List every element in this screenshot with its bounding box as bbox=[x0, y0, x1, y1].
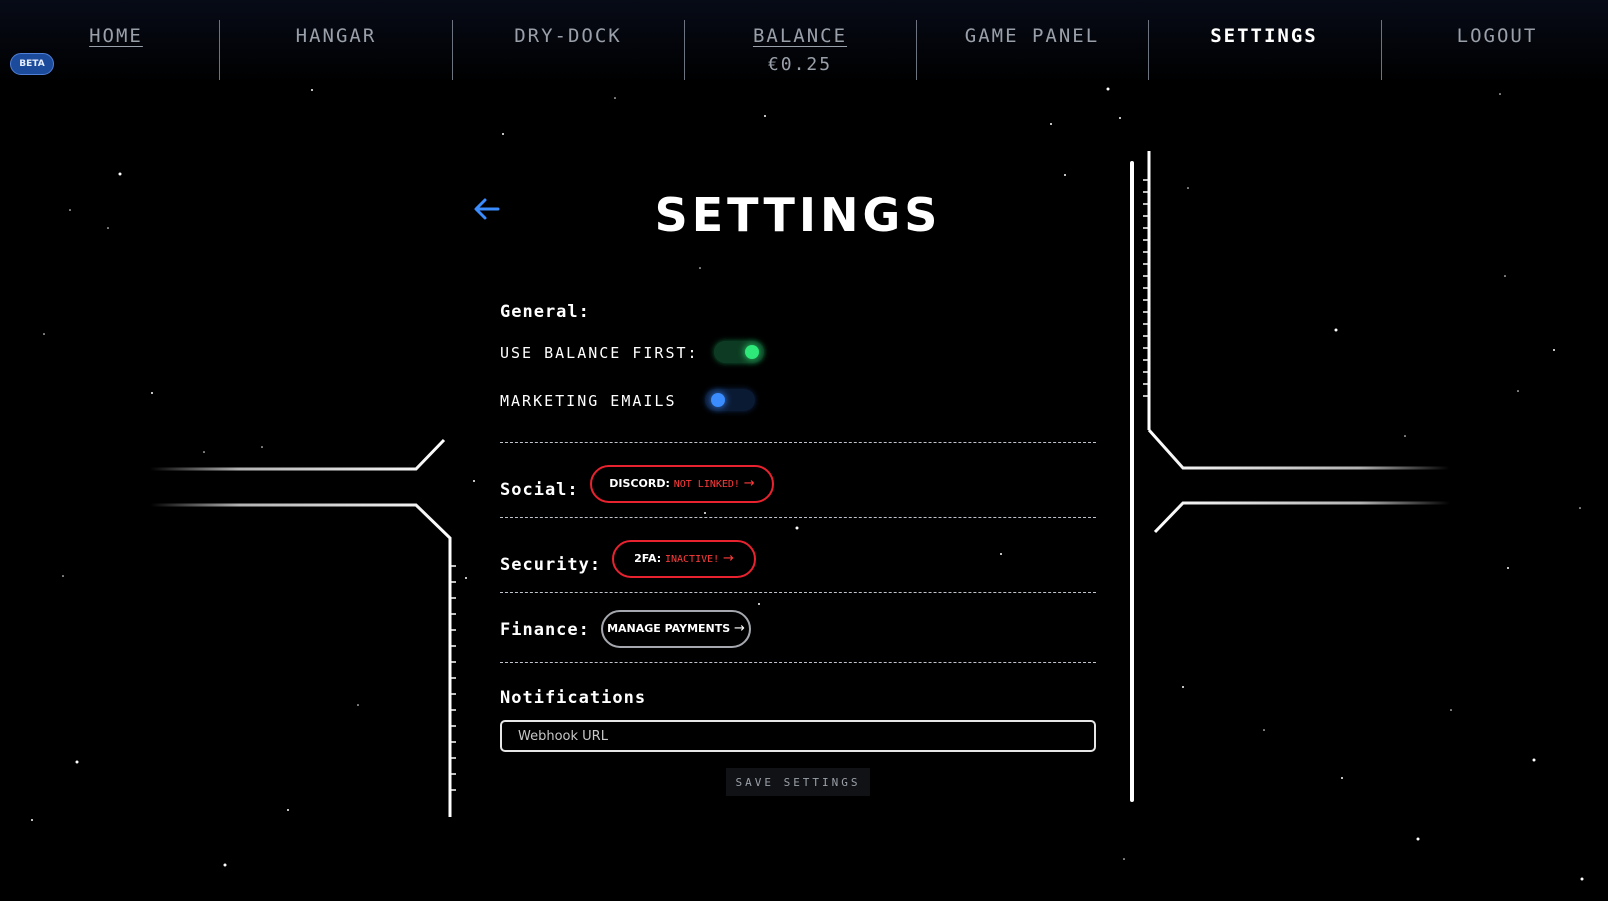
nav-settings[interactable]: SETTINGS bbox=[1148, 20, 1380, 80]
top-nav: HOME HANGAR DRY-DOCK BALANCE €0.25 GAME P… bbox=[0, 0, 1608, 84]
nav-dry-dock-label: DRY-DOCK bbox=[514, 25, 622, 47]
webhook-url-input[interactable] bbox=[500, 720, 1096, 752]
nav-logout-label: LOGOUT bbox=[1456, 25, 1538, 47]
use-balance-label: USE BALANCE FIRST: bbox=[500, 344, 699, 362]
nav-game-panel[interactable]: GAME PANEL bbox=[916, 20, 1148, 80]
nav-balance-label: BALANCE bbox=[752, 25, 848, 47]
balance-amount: €0.25 bbox=[767, 54, 833, 75]
twofa-status: INACTIVE! bbox=[664, 554, 720, 565]
arrow-right-icon: → bbox=[723, 551, 734, 566]
nav-game-panel-label: GAME PANEL bbox=[964, 25, 1100, 47]
beta-badge: BETA bbox=[10, 53, 54, 75]
save-settings-button[interactable]: SAVE SETTINGS bbox=[726, 768, 870, 796]
manage-payments-button[interactable]: MANAGE PAYMENTS → bbox=[601, 610, 751, 648]
discord-status: NOT LINKED! bbox=[673, 479, 740, 490]
general-heading: General: bbox=[500, 302, 590, 322]
manage-payments-label: MANAGE PAYMENTS bbox=[607, 622, 731, 635]
page-title: SETTINGS bbox=[654, 188, 942, 242]
security-heading: Security: bbox=[500, 555, 602, 575]
nav-home-label: HOME bbox=[89, 25, 143, 47]
twofa-setup-button[interactable]: 2FA: INACTIVE! → bbox=[612, 540, 756, 578]
notifications-heading: Notifications bbox=[500, 688, 647, 708]
section-divider bbox=[500, 442, 1096, 443]
section-divider bbox=[500, 662, 1096, 663]
arrow-right-icon: → bbox=[734, 621, 745, 636]
section-divider bbox=[500, 517, 1096, 518]
nav-hangar[interactable]: HANGAR bbox=[220, 20, 452, 80]
nav-hangar-label: HANGAR bbox=[295, 25, 377, 47]
twofa-key: 2FA: bbox=[634, 552, 662, 565]
nav-dry-dock[interactable]: DRY-DOCK bbox=[452, 20, 684, 80]
finance-heading: Finance: bbox=[500, 620, 590, 640]
toggle-knob bbox=[745, 345, 759, 359]
discord-link-button[interactable]: DISCORD: NOT LINKED! → bbox=[590, 465, 774, 503]
nav-logout[interactable]: LOGOUT bbox=[1381, 20, 1608, 80]
discord-key: DISCORD: bbox=[609, 477, 670, 490]
nav-balance[interactable]: BALANCE €0.25 bbox=[684, 20, 916, 80]
toggle-knob bbox=[711, 393, 725, 407]
settings-panel: SETTINGS General: USE BALANCE FIRST: MAR… bbox=[450, 150, 1130, 810]
social-heading: Social: bbox=[500, 480, 579, 500]
arrow-right-icon: → bbox=[743, 476, 755, 491]
nav-settings-label: SETTINGS bbox=[1210, 25, 1318, 47]
marketing-emails-toggle[interactable] bbox=[705, 389, 755, 411]
use-balance-toggle[interactable] bbox=[714, 341, 764, 363]
marketing-emails-label: MARKETING EMAILS bbox=[500, 392, 677, 410]
section-divider bbox=[500, 592, 1096, 593]
